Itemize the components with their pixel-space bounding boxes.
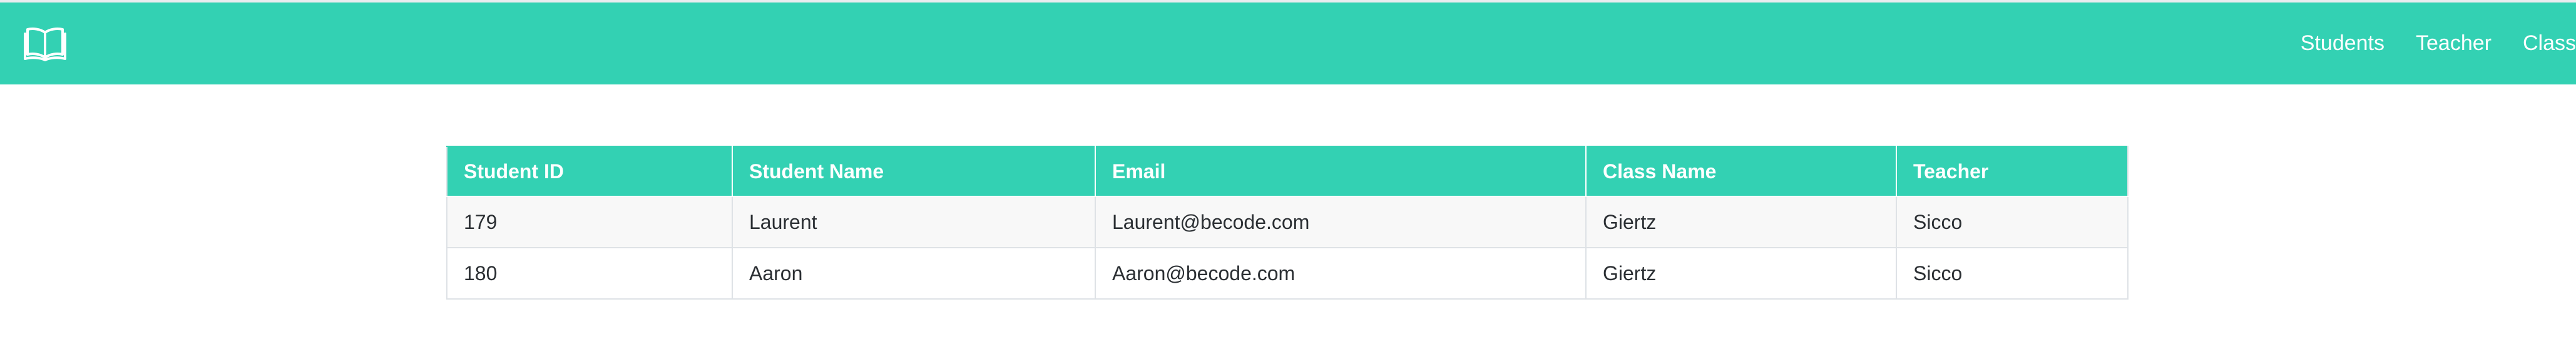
cell-teacher: Sicco — [1896, 247, 2129, 300]
table-body: 179 Laurent Laurent@becode.com Giertz Si… — [446, 196, 2129, 300]
column-header-teacher: Teacher — [1896, 146, 2129, 197]
nav-link-students[interactable]: Students — [2301, 31, 2384, 56]
open-book-icon — [24, 27, 66, 61]
cell-class-name: Giertz — [1585, 196, 1897, 248]
column-header-student-name: Student Name — [732, 146, 1096, 197]
table-header: Student ID Student Name Email Class Name… — [446, 146, 2129, 197]
cell-student-id: 180 — [446, 247, 733, 300]
students-table: Student ID Student Name Email Class Name… — [446, 146, 2129, 300]
column-header-class-name: Class Name — [1585, 146, 1897, 197]
nav-link-teacher[interactable]: Teacher — [2416, 31, 2492, 56]
cell-email: Laurent@becode.com — [1095, 196, 1587, 248]
table-row: 180 Aaron Aaron@becode.com Giertz Sicco — [446, 247, 2129, 300]
column-header-student-id: Student ID — [446, 146, 733, 197]
cell-teacher: Sicco — [1896, 196, 2129, 248]
cell-student-name: Aaron — [732, 247, 1096, 300]
navbar: Students Teacher Class — [0, 3, 2576, 84]
cell-student-name: Laurent — [732, 196, 1096, 248]
nav-link-class[interactable]: Class — [2523, 31, 2576, 56]
cell-class-name: Giertz — [1585, 247, 1897, 300]
table-row: 179 Laurent Laurent@becode.com Giertz Si… — [446, 196, 2129, 248]
table-header-row: Student ID Student Name Email Class Name… — [446, 146, 2129, 197]
cell-email: Aaron@becode.com — [1095, 247, 1587, 300]
brand-logo-link[interactable] — [23, 25, 68, 63]
column-header-email: Email — [1095, 146, 1587, 197]
nav-links: Students Teacher Class — [2301, 3, 2576, 84]
cell-student-id: 179 — [446, 196, 733, 248]
students-table-container: Student ID Student Name Email Class Name… — [446, 146, 2129, 300]
